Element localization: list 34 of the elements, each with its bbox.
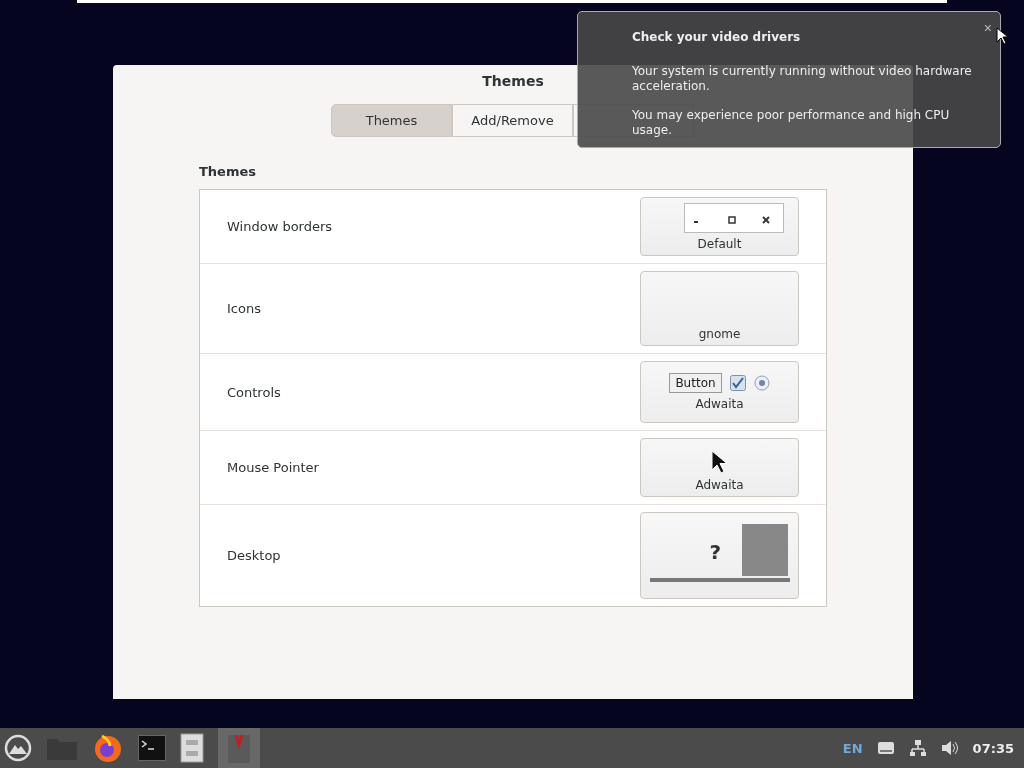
- volume-icon[interactable]: [940, 740, 959, 756]
- row-label: Desktop: [227, 548, 281, 563]
- theme-chooser-button[interactable]: Default: [640, 197, 799, 256]
- close-button[interactable]: ×: [983, 20, 992, 36]
- radio-icon: [753, 374, 770, 391]
- row-label: Icons: [227, 301, 261, 316]
- section-title: Themes: [199, 164, 258, 179]
- sample-button: Button: [669, 372, 722, 393]
- tab[interactable]: Themes: [331, 104, 452, 137]
- tab[interactable]: Add/Remove: [452, 104, 573, 137]
- row-label: Controls: [227, 384, 281, 400]
- theme-chooser-button[interactable]: Button Adwaita: [640, 361, 799, 423]
- row-label: Mouse Pointer: [227, 460, 319, 475]
- pointer-icon: [996, 27, 1008, 45]
- notification-text: Your system is currently running without video hardware acceleration.: [632, 64, 973, 94]
- desktop-preview-drawing: ?: [649, 522, 790, 588]
- browser-icon[interactable]: [92, 732, 124, 764]
- window-title: Themes: [482, 73, 544, 89]
- network-icon[interactable]: [908, 739, 927, 757]
- theme-chooser-button[interactable]: gnome: [640, 271, 799, 346]
- drive-icon[interactable]: [876, 741, 895, 755]
- checkbox-icon: [729, 374, 746, 391]
- theme-chooser-button[interactable]: ?: [640, 512, 799, 599]
- notification-text: You may experience poor performance and high CPU usage.: [632, 108, 951, 138]
- terminal-icon[interactable]: [138, 735, 166, 761]
- mountain-logo-icon[interactable]: [4, 734, 32, 762]
- window-buttons-preview-icon: [683, 203, 784, 233]
- file-cabinet-icon[interactable]: [180, 733, 204, 763]
- notification-title: Check your video drivers: [632, 30, 802, 44]
- row-label: Window borders: [227, 219, 333, 234]
- theme-chooser-button[interactable]: Adwaita: [640, 438, 799, 497]
- pointer-icon: [710, 450, 727, 474]
- clock[interactable]: 07:35: [972, 740, 1014, 756]
- suit-icon: [226, 733, 252, 763]
